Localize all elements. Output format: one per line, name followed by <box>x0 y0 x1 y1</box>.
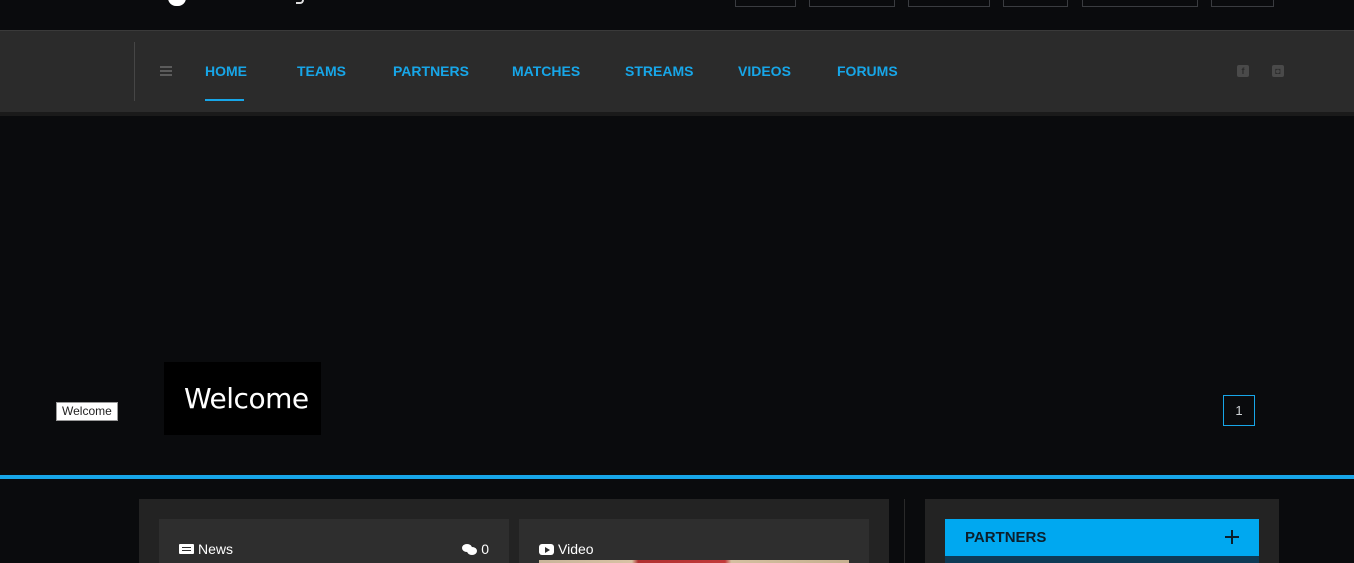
video-card-header: Video <box>539 541 594 557</box>
nav-item-teams[interactable]: TEAMS <box>297 63 346 79</box>
main-content-panel: News 0 Video <box>139 499 889 563</box>
partners-widget-body <box>945 556 1259 563</box>
plus-icon[interactable] <box>1225 530 1239 544</box>
top-bar-button[interactable] <box>1211 0 1274 7</box>
top-bar-button[interactable] <box>1003 0 1068 7</box>
top-bar-button[interactable] <box>908 0 990 7</box>
partners-widget-title: PARTNERS <box>965 529 1047 546</box>
comment-count[interactable]: 0 <box>462 541 489 557</box>
hero-caption[interactable]: Welcome <box>164 362 321 435</box>
nav-item-home[interactable]: HOME <box>205 63 247 79</box>
nav-active-indicator <box>205 99 244 101</box>
accent-divider <box>0 475 1354 479</box>
youtube-play-icon <box>539 543 554 555</box>
newspaper-icon <box>179 544 194 554</box>
top-bar-button[interactable] <box>809 0 895 7</box>
video-card-label: Video <box>558 541 594 557</box>
news-card-header: News <box>179 541 233 557</box>
sidebar-panel: PARTNERS <box>925 499 1279 563</box>
news-card-label: News <box>198 541 234 557</box>
comments-icon <box>462 543 478 555</box>
top-bar-button[interactable] <box>735 0 796 7</box>
logo-text-fragment <box>296 0 304 4</box>
nav-item-videos[interactable]: VIDEOS <box>738 63 791 79</box>
hero-title: Welcome <box>184 382 309 415</box>
main-navbar: HOME TEAMS PARTNERS MATCHES STREAMS VIDE… <box>0 30 1354 112</box>
facebook-icon[interactable]: f <box>1237 65 1249 77</box>
slide-pager-button[interactable]: 1 <box>1223 395 1255 426</box>
discord-icon[interactable]: ◘ <box>1272 65 1284 77</box>
nav-item-streams[interactable]: STREAMS <box>625 63 693 79</box>
page: HOME TEAMS PARTNERS MATCHES STREAMS VIDE… <box>0 0 1354 563</box>
top-bar-button[interactable] <box>1082 0 1198 7</box>
nav-item-matches[interactable]: MATCHES <box>512 63 580 79</box>
video-card[interactable]: Video <box>519 519 869 563</box>
nav-divider <box>134 42 135 101</box>
top-bar <box>0 0 1354 30</box>
nav-item-partners[interactable]: PARTNERS <box>393 63 469 79</box>
logo[interactable] <box>168 0 186 6</box>
welcome-tooltip: Welcome <box>56 402 118 421</box>
comment-count-value: 0 <box>481 541 489 557</box>
news-card[interactable]: News 0 <box>159 519 509 563</box>
nav-item-forums[interactable]: FORUMS <box>837 63 898 79</box>
hamburger-icon[interactable] <box>160 66 172 76</box>
partners-widget-header[interactable]: PARTNERS <box>945 519 1259 556</box>
column-separator <box>904 499 905 563</box>
